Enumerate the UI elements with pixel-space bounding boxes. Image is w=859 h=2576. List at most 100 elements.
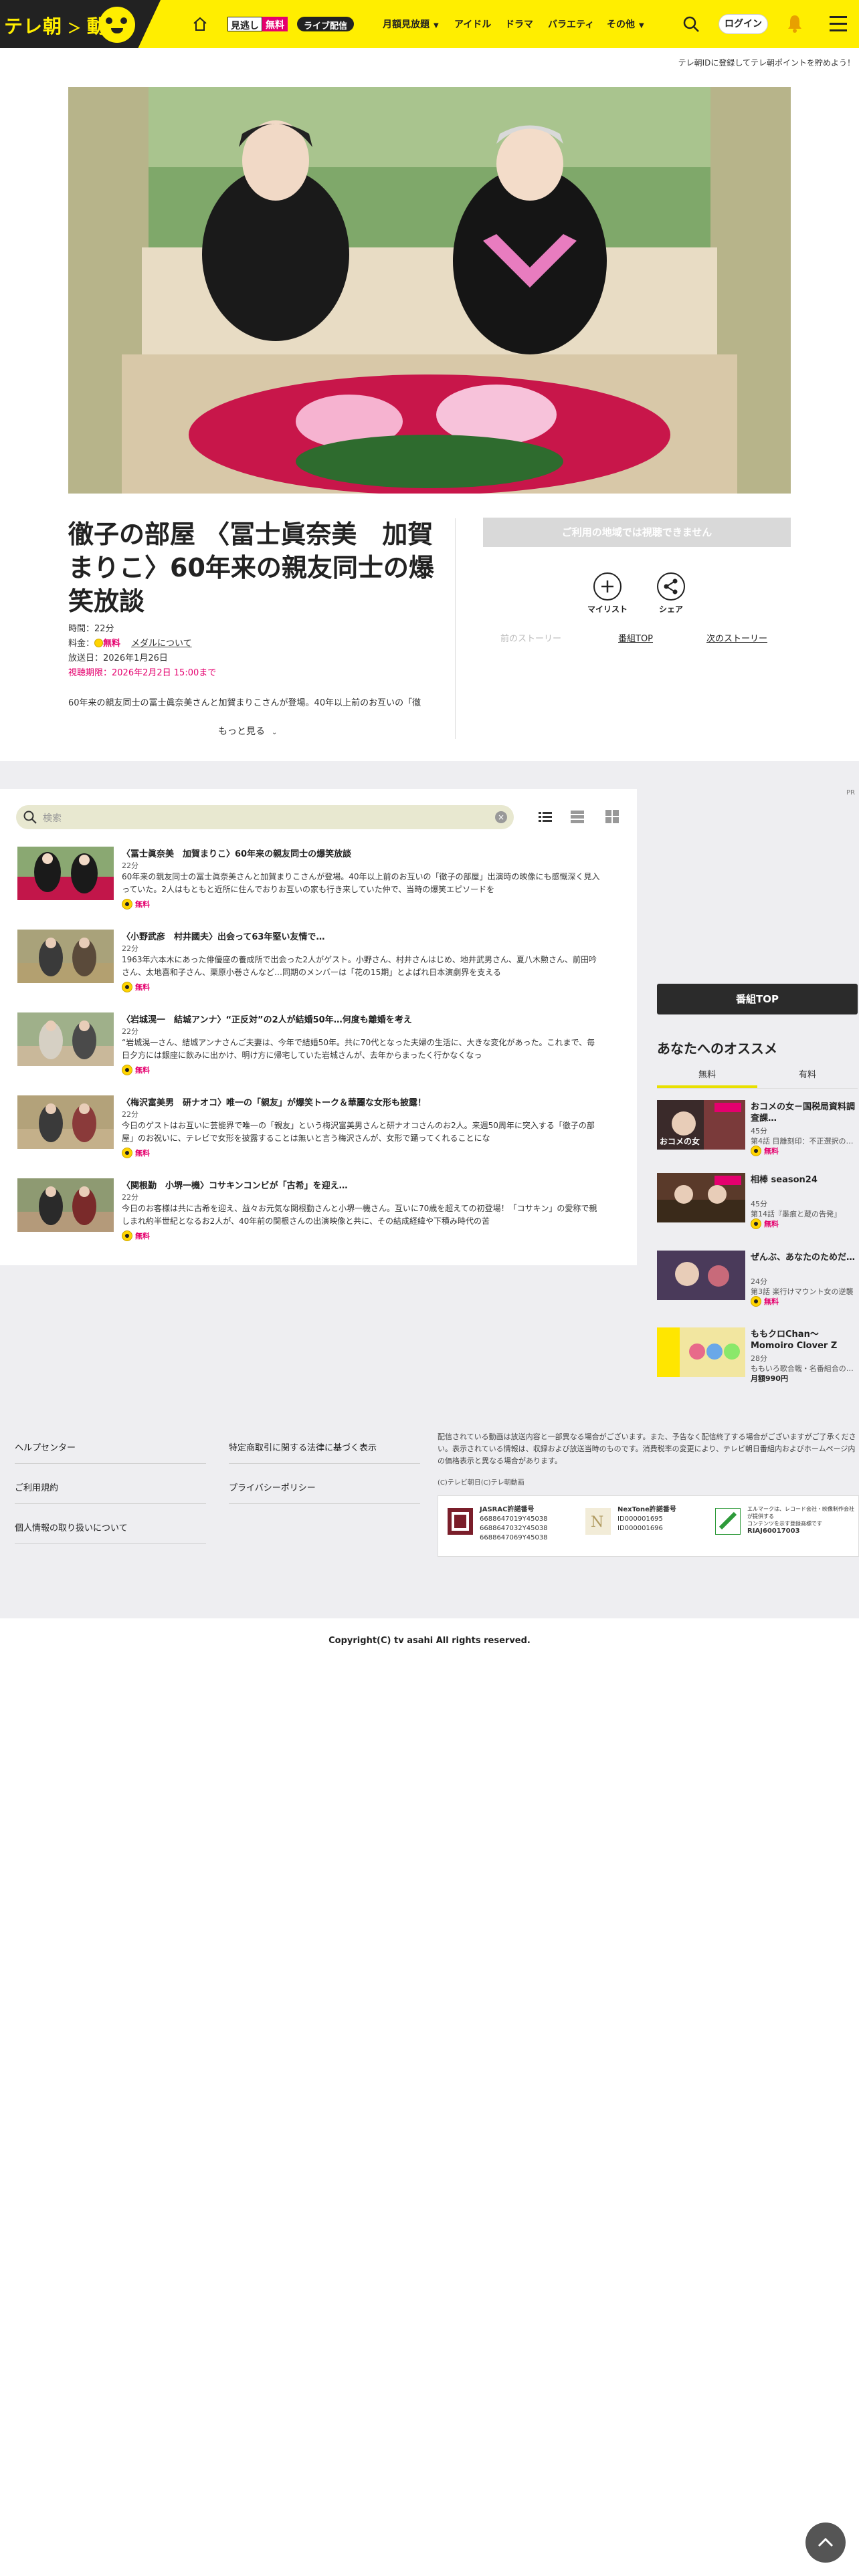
episode-thumbnail bbox=[17, 930, 114, 983]
episode-search-input[interactable]: 検索 × bbox=[16, 805, 514, 829]
nav-idol[interactable]: アイドル bbox=[454, 17, 491, 31]
home-icon[interactable] bbox=[192, 16, 208, 32]
tab-free[interactable]: 無料 bbox=[657, 1067, 757, 1088]
tab-paid[interactable]: 有料 bbox=[757, 1067, 858, 1085]
riaj-license: エルマークは、レコード会社・映像制作会社が提供する コンテンツを示す登録商標です… bbox=[747, 1506, 854, 1535]
footer-note: 配信されている動画は放送内容と一部異なる場合がございます。また、予告なく配信終了… bbox=[438, 1432, 856, 1465]
free-badge: 無料 bbox=[751, 1146, 779, 1156]
free-badge: 無料 bbox=[122, 982, 150, 992]
recommend-subtitle: 第3話 楽行けマウント女の逆襲 bbox=[751, 1287, 854, 1296]
medal-icon bbox=[122, 1230, 132, 1241]
medal-icon bbox=[122, 899, 132, 909]
login-button[interactable]: ログイン bbox=[719, 14, 768, 34]
nextone-icon: N bbox=[585, 1508, 611, 1535]
recommend-thumbnail: おコメの女 bbox=[657, 1100, 745, 1150]
recommend-duration: 45分 bbox=[751, 1200, 767, 1208]
free-badge: 無料 bbox=[751, 1296, 779, 1307]
license-box: JASRAC許諾番号 6688647019Y45038 6688647032Y45… bbox=[438, 1495, 859, 1557]
back-to-top-button[interactable] bbox=[805, 2523, 846, 2563]
episode-item-duration: 22分 bbox=[122, 1193, 138, 1202]
l-mark-icon bbox=[715, 1508, 741, 1535]
episode-item-title: 〈岩城滉一 結城アンナ〉“正反対”の2人が結婚50年…何度も離婚を考え bbox=[122, 1015, 412, 1025]
medal-icon bbox=[751, 1146, 761, 1156]
nav-variety[interactable]: バラエティ bbox=[548, 17, 594, 31]
recommend-thumbnail bbox=[657, 1173, 745, 1222]
clear-icon[interactable]: × bbox=[495, 811, 507, 823]
recommend-item[interactable]: 相棒 season24 45分 第14話『墨痕と蔵の告発』 無料 bbox=[657, 1173, 858, 1229]
recommend-thumbnail bbox=[657, 1327, 745, 1377]
jasrac-icon bbox=[448, 1508, 473, 1535]
divider bbox=[15, 1543, 206, 1544]
medal-info-link[interactable]: メダルについて bbox=[131, 639, 192, 649]
program-top-link[interactable]: 番組TOP bbox=[618, 631, 653, 644]
mihoudai-label: 見逃し bbox=[227, 17, 262, 31]
recommend-title: ももクロChan～Momoiro Clover Z Channel～ bbox=[751, 1329, 838, 1351]
recommend-duration: 28分 bbox=[751, 1354, 767, 1363]
prev-story-link[interactable]: 前のストーリー bbox=[500, 631, 561, 644]
next-story-link[interactable]: 次のストーリー bbox=[706, 631, 767, 644]
episode-item-description: 60年来の親友同士の冨士眞奈美さんと加賀まりこさんが登場。40年以上前のお互いの… bbox=[122, 872, 600, 894]
medal-icon bbox=[751, 1218, 761, 1229]
menu-icon[interactable] bbox=[830, 16, 847, 32]
episode-list-item[interactable]: 〈岩城滉一 結城アンナ〉“正反対”の2人が結婚50年…何度も離婚を考え 22分 … bbox=[17, 1012, 626, 1086]
share-icon bbox=[664, 578, 678, 595]
airdate-row: 放送日：2026年1月26日 bbox=[68, 653, 168, 663]
episode-item-description: 今日のゲストはお互いに芸能界で唯一の「親友」という梅沢富美男さんと研ナオコさんの… bbox=[122, 1121, 595, 1143]
program-top-button[interactable]: 番組TOP bbox=[657, 984, 858, 1014]
episode-thumbnail bbox=[17, 1095, 114, 1149]
footer-link-personal-info[interactable]: 個人情報の取り扱いについて bbox=[15, 1521, 128, 1533]
site-logo[interactable]: テレ朝 ＞ 動画 bbox=[0, 0, 161, 48]
episode-list-item[interactable]: 〈梅沢富美男 研ナオコ〉唯一の「親友」が爆笑トーク＆華麗な女形も披露！ 22分 … bbox=[17, 1095, 626, 1169]
medal-icon bbox=[122, 982, 132, 992]
divider bbox=[15, 1503, 206, 1504]
divider bbox=[229, 1503, 420, 1504]
show-more-button[interactable]: もっと見る ⌄ bbox=[218, 724, 277, 738]
footer-link-privacy[interactable]: プライバシーポリシー bbox=[229, 1481, 316, 1493]
grid-view-icon[interactable] bbox=[605, 809, 619, 824]
deadline-row: 視聴期限：2026年2月2日 15:00まで bbox=[68, 668, 217, 678]
footer-small-copyright: (C)テレビ朝日(C)テレ朝動画 bbox=[438, 1479, 524, 1487]
live-badge[interactable]: ライブ配信 bbox=[297, 17, 355, 31]
footer-link-help[interactable]: ヘルプセンター bbox=[15, 1440, 76, 1453]
nextone-license: NexTone許諾番号 ID000001695 ID000001696 bbox=[617, 1506, 676, 1532]
hero-image bbox=[68, 87, 791, 494]
copyright: Copyright(C) tv asahi All rights reserve… bbox=[328, 1636, 531, 1646]
nav-drama[interactable]: ドラマ bbox=[505, 17, 533, 31]
recommend-item[interactable]: ももクロChan～Momoiro Clover Z Channel～ 28分 も… bbox=[657, 1327, 858, 1383]
card-view-icon[interactable] bbox=[570, 809, 585, 824]
mylist-label: マイリスト bbox=[587, 605, 628, 614]
episode-list-item[interactable]: 〈関根勤 小堺一機〉コサキンコンビが「古希」を迎え… 22分 今日のお客様は共に… bbox=[17, 1178, 626, 1252]
register-promo[interactable]: テレ朝IDに登録してテレ朝ポイントを貯めよう！ bbox=[678, 57, 855, 68]
recommend-heading: あなたへのオススメ bbox=[657, 1041, 777, 1057]
chevron-up-icon bbox=[818, 2537, 834, 2547]
svg-text:おコメの女: おコメの女 bbox=[660, 1136, 700, 1146]
search-icon[interactable] bbox=[682, 15, 700, 33]
plus-icon bbox=[601, 580, 613, 593]
episode-thumbnail bbox=[17, 1012, 114, 1066]
mylist-button[interactable] bbox=[593, 572, 622, 601]
nav-other[interactable]: その他 ▼ bbox=[607, 17, 644, 31]
bell-icon[interactable] bbox=[786, 13, 803, 33]
chevron-down-icon: ▼ bbox=[639, 22, 644, 29]
chevron-down-icon: ▼ bbox=[434, 22, 439, 29]
footer-link-terms[interactable]: ご利用規約 bbox=[15, 1481, 58, 1493]
recommend-item[interactable]: おコメの女 おコメの女－国税局資料調査課… 45分 第4話 目離刻印：不正選択の… bbox=[657, 1100, 858, 1156]
episode-list-item[interactable]: 〈小野武彦 村井國夫〉出会って63年堅い友情で… 22分 1963年六本木にあっ… bbox=[17, 930, 626, 1003]
recommend-subtitle: 第14話『墨痕と蔵の告発』 bbox=[751, 1210, 841, 1218]
episode-thumbnail bbox=[17, 1178, 114, 1232]
episode-item-duration: 22分 bbox=[122, 861, 138, 870]
divider bbox=[455, 518, 456, 739]
share-button[interactable] bbox=[657, 572, 685, 601]
footer-link-commerce-law[interactable]: 特定商取引に関する法律に基づく表示 bbox=[229, 1440, 377, 1453]
free-badge: 無料 bbox=[122, 899, 150, 909]
episode-list-item[interactable]: 〈冨士眞奈美 加賀まりこ〉60年来の親友同士の爆笑放談 22分 60年来の親友同… bbox=[17, 847, 626, 920]
nav-monthly[interactable]: 月額見放題 ▼ bbox=[383, 17, 439, 31]
list-view-icon[interactable] bbox=[538, 809, 553, 824]
recommend-item[interactable]: ぜんぶ、あなたのためだ… 24分 第3話 楽行けマウント女の逆襲 無料 bbox=[657, 1251, 858, 1307]
copyright-area bbox=[0, 1618, 859, 2576]
mihoudai-badge[interactable]: 見逃し 無料 bbox=[227, 17, 288, 31]
search-icon bbox=[23, 811, 37, 824]
price-label: 月額990円 bbox=[751, 1374, 788, 1383]
price-row: 料金： 無料 メダルについて bbox=[68, 639, 192, 649]
watch-button-disabled[interactable]: ご利用の地域では視聴できません bbox=[483, 518, 791, 547]
